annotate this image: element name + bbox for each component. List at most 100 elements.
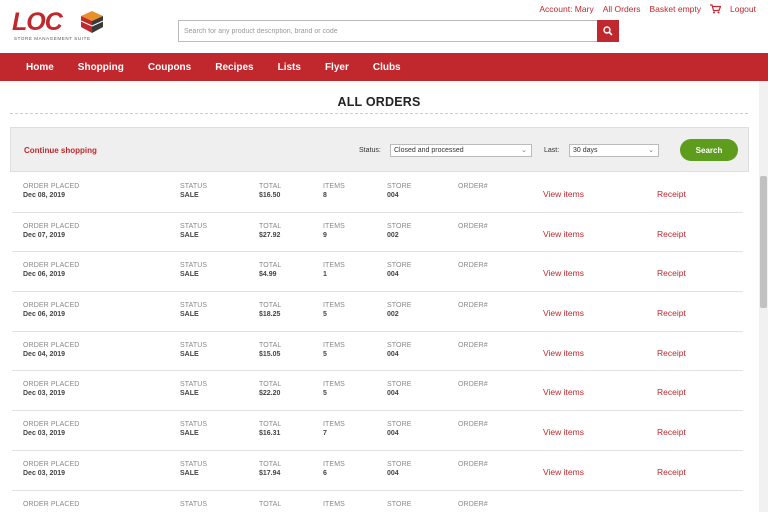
status-label: STATUS [180, 421, 208, 429]
view-items-link[interactable]: View items [543, 348, 584, 358]
order-number-label: ORDER# [458, 381, 488, 389]
order-total: $17.94 [259, 469, 281, 477]
view-items-link[interactable]: View items [543, 189, 584, 199]
order-number-cell: ORDER# [458, 421, 488, 428]
order-items: 9 [323, 231, 327, 239]
order-items: 5 [323, 390, 327, 398]
order-row: ORDER PLACED Dec 04, 2019 STATUS SALE TOTA… [12, 332, 743, 372]
items-cell: ITEMS 1 [323, 262, 345, 278]
total-cell: TOTAL $27.92 [259, 223, 281, 239]
store-label: STORE [387, 421, 412, 429]
status-select-value: Closed and processed [394, 147, 464, 154]
scroll-thumb[interactable] [760, 176, 767, 308]
continue-shopping-link[interactable]: Continue shopping [24, 146, 97, 155]
filter-bar: Continue shopping Status: Closed and pro… [10, 127, 749, 172]
account-link[interactable]: Account: Mary [539, 4, 593, 14]
order-placed-label: ORDER PLACED [23, 262, 80, 270]
receipt-link[interactable]: Receipt [657, 387, 686, 397]
store-cell: STORE 002 [387, 302, 412, 318]
order-number-label: ORDER# [458, 460, 488, 468]
items-label: ITEMS [323, 421, 345, 429]
view-items-link[interactable]: View items [543, 387, 584, 397]
search-button[interactable] [597, 20, 619, 42]
store-cell: STORE 004 [387, 262, 412, 278]
last-period-select[interactable]: 30 days ⌄ [569, 144, 659, 157]
order-placed-cell: ORDER PLACED Dec 06, 2019 [23, 262, 79, 278]
order-number-label: ORDER# [458, 222, 488, 230]
order-number-cell: ORDER# [458, 302, 488, 309]
nav-shopping[interactable]: Shopping [78, 62, 124, 73]
view-items-link[interactable]: View items [543, 427, 584, 437]
nav-coupons[interactable]: Coupons [148, 62, 191, 73]
store-cell: STORE 004 [387, 421, 412, 437]
order-placed-label: ORDER PLACED [23, 460, 80, 468]
order-row: ORDER PLACED Dec 03, 2019 STATUS SALE TOTA… [12, 371, 743, 412]
search-input[interactable] [178, 20, 598, 42]
order-number-cell: ORDER# [458, 461, 488, 468]
order-store: 002 [387, 311, 399, 319]
header: LOC Store Management Suite Account: Mary… [0, 0, 768, 53]
store-cell: STORE 004 [387, 461, 412, 477]
order-status: SALE [180, 311, 199, 319]
total-label: TOTAL [259, 421, 282, 429]
last-select-value: 30 days [573, 147, 598, 154]
order-total: $4.99 [259, 271, 277, 279]
view-items-link[interactable]: View items [543, 229, 584, 239]
order-placed-cell: ORDER PLACED [23, 501, 79, 508]
store-cell: STORE 004 [387, 381, 412, 397]
receipt-link[interactable]: Receipt [657, 308, 686, 318]
receipt-link[interactable]: Receipt [657, 189, 686, 199]
nav-clubs[interactable]: Clubs [373, 62, 401, 73]
status-cell: STATUS SALE [180, 381, 207, 397]
order-placed-label: ORDER PLACED [23, 183, 80, 190]
status-cell: STATUS SALE [180, 342, 207, 358]
order-row: ORDER PLACED Dec 06, 2019 STATUS SALE TOTA… [12, 292, 743, 332]
order-placed-cell: ORDER PLACED Dec 03, 2019 [23, 421, 79, 437]
order-placed-cell: ORDER PLACED Dec 03, 2019 [23, 381, 79, 397]
order-number-label: ORDER# [458, 341, 488, 349]
receipt-link[interactable]: Receipt [657, 268, 686, 278]
logout-link[interactable]: Logout [730, 4, 756, 14]
order-total: $27.92 [259, 231, 281, 239]
view-items-link[interactable]: View items [543, 467, 584, 477]
view-items-link[interactable]: View items [543, 268, 584, 278]
top-links: Account: Mary All Orders Basket empty Lo… [539, 4, 756, 14]
status-select[interactable]: Closed and processed ⌄ [390, 144, 532, 157]
order-status: SALE [180, 271, 199, 279]
order-total: $18.25 [259, 311, 281, 319]
nav-lists[interactable]: Lists [278, 62, 301, 73]
items-label: ITEMS [323, 500, 345, 508]
order-items: 6 [323, 469, 327, 477]
total-label: TOTAL [259, 262, 282, 270]
all-orders-link[interactable]: All Orders [603, 4, 641, 14]
order-number-cell: ORDER# [458, 381, 488, 388]
total-label: TOTAL [259, 500, 282, 508]
view-items-link[interactable]: View items [543, 308, 584, 318]
nav-home[interactable]: Home [26, 62, 54, 73]
total-cell: TOTAL $15.05 [259, 342, 281, 358]
status-label: STATUS [180, 381, 208, 389]
cart-icon[interactable] [710, 4, 721, 14]
order-date: Dec 08, 2019 [23, 192, 66, 199]
order-row: ORDER PLACED Dec 07, 2019 STATUS SALE TOTA… [12, 213, 743, 253]
receipt-link[interactable]: Receipt [657, 427, 686, 437]
order-row-partial: ORDER PLACED STATUS TOTAL ITEMS STORE OR… [12, 491, 743, 512]
logo[interactable]: LOC Store Management Suite [12, 8, 112, 42]
items-cell: ITEMS [323, 501, 345, 508]
status-label: STATUS [180, 222, 208, 230]
receipt-link[interactable]: Receipt [657, 348, 686, 358]
basket-link[interactable]: Basket empty [650, 4, 702, 14]
filter-search-button[interactable]: Search [680, 139, 738, 161]
receipt-link[interactable]: Receipt [657, 467, 686, 477]
items-label: ITEMS [323, 302, 345, 310]
orders-list: ORDER PLACED Dec 08, 2019 STATUS SALE TOTA… [12, 173, 743, 512]
receipt-link[interactable]: Receipt [657, 229, 686, 239]
status-label: STATUS [180, 183, 208, 190]
nav-recipes[interactable]: Recipes [215, 62, 253, 73]
order-number-cell: ORDER# [458, 262, 488, 269]
logo-cube-icon [80, 10, 104, 39]
nav-flyer[interactable]: Flyer [325, 62, 349, 73]
store-label: STORE [387, 500, 412, 508]
scrollbar[interactable] [759, 81, 768, 512]
total-label: TOTAL [259, 222, 282, 230]
